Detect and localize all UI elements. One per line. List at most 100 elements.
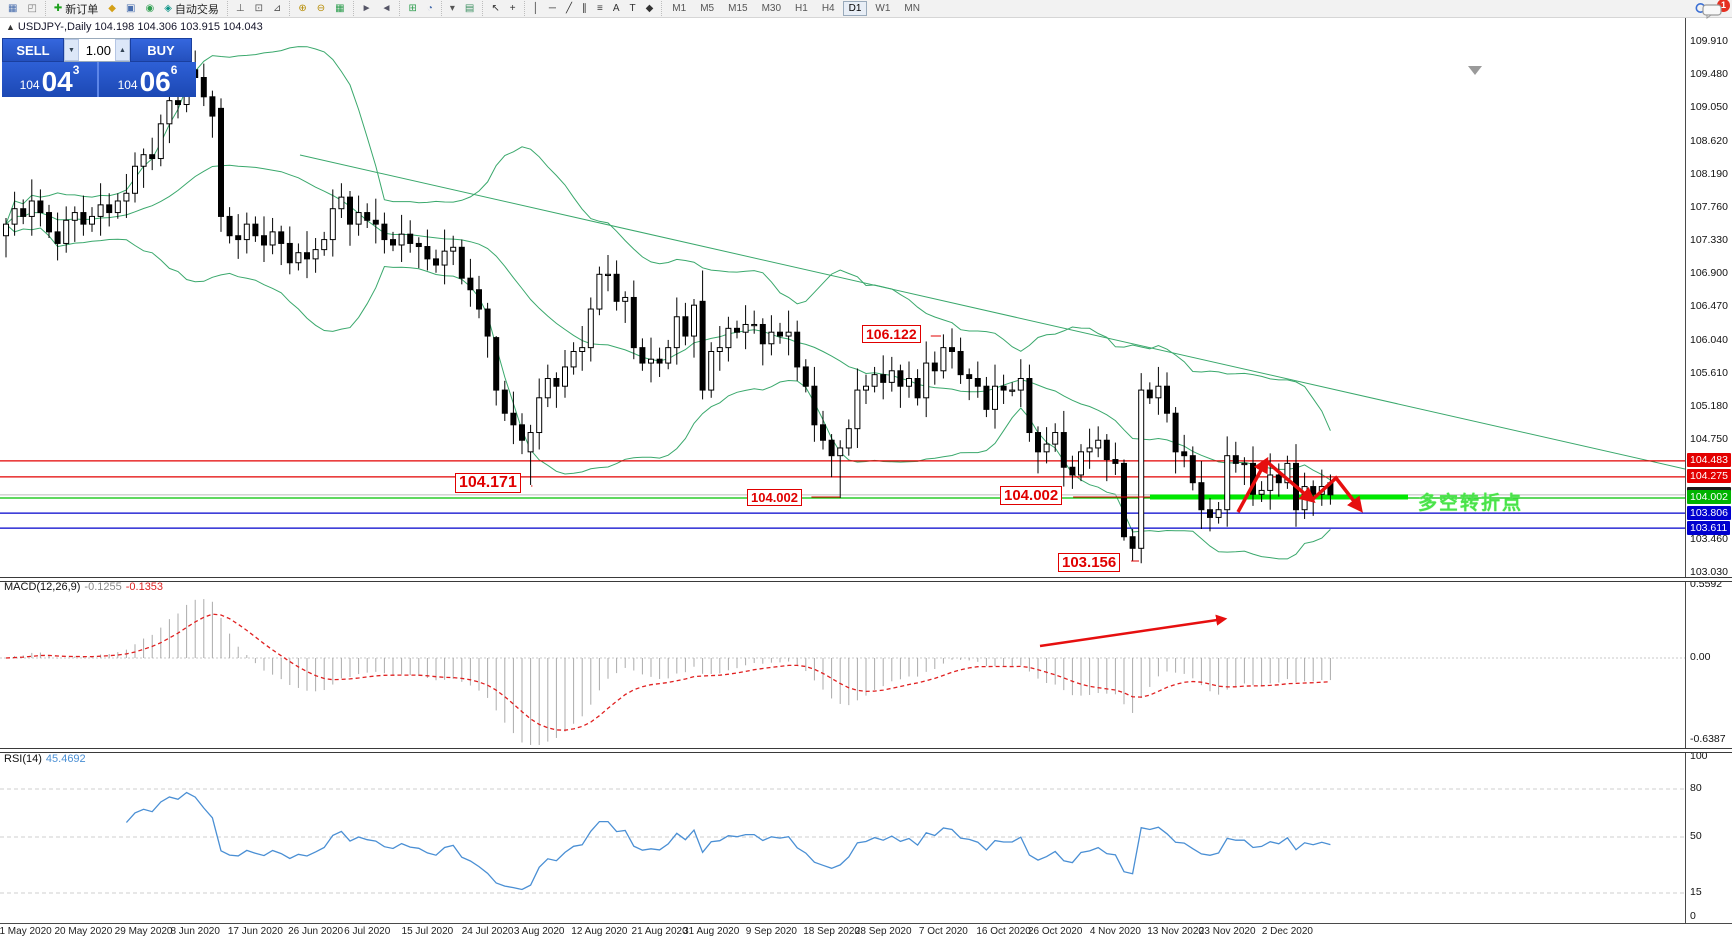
rsi-separator[interactable]	[0, 748, 1732, 753]
line-mode-button[interactable]: ⊿	[269, 1, 285, 17]
sell-price-panel[interactable]: 104 04 3	[2, 62, 99, 97]
macd-separator[interactable]	[0, 577, 1732, 582]
price-tick-label: 108.620	[1690, 135, 1728, 148]
date-tick-label: 26 Jun 2020	[288, 926, 343, 937]
new-order-label: 新订单	[65, 1, 98, 17]
price-callout-label[interactable]: 104.002	[1000, 486, 1062, 505]
chart-window-icon: ▣	[126, 3, 135, 15]
add-indicator-button[interactable]: ⊞	[404, 1, 420, 17]
arrows-tool-icon: ◆	[646, 3, 654, 15]
price-callout-label[interactable]: 104.171	[455, 473, 521, 493]
symbol-ohlc-text: USDJPY-,Daily 104.198 104.306 103.915 10…	[18, 21, 263, 33]
channel-button[interactable]: ∥	[578, 1, 591, 17]
price-tick-label: 104.750	[1690, 433, 1728, 446]
price-callout-label[interactable]: 103.156	[1058, 553, 1120, 572]
crosshair-button[interactable]: +	[506, 1, 520, 17]
period-clock-button[interactable]: ◔	[423, 1, 437, 17]
vertical-line-button[interactable]: │	[529, 1, 543, 17]
line-mode-icon: ⊿	[273, 3, 281, 15]
profile-chart-button[interactable]: ▤	[461, 1, 478, 17]
trendline-button[interactable]: ╱	[562, 1, 576, 17]
volume-stepper: ▼ 1.00 ▲	[64, 38, 130, 62]
sell-button[interactable]: SELL	[2, 38, 64, 62]
date-axis[interactable]: 11 May 202020 May 202029 May 20208 Jun 2…	[0, 925, 1732, 939]
date-tick-label: 21 Aug 2020	[632, 926, 688, 937]
timeframe-m15[interactable]: M15	[722, 1, 753, 16]
arrows-tool-button[interactable]: ◆	[642, 1, 658, 17]
buy-price-panel[interactable]: 104 06 6	[99, 62, 196, 97]
timeframe-m30[interactable]: M30	[756, 1, 787, 16]
bar-chart-mode-button[interactable]: ⊥	[232, 1, 249, 17]
timeframe-mn[interactable]: MN	[898, 1, 926, 16]
rsi-scale-label: 50	[1690, 830, 1702, 843]
text-button[interactable]: A	[609, 1, 624, 17]
zoom-window-button[interactable]: ◰	[23, 1, 40, 17]
volume-value[interactable]: 1.00	[79, 39, 115, 61]
timeframe-h1[interactable]: H1	[789, 1, 814, 16]
styler-icon: ◆	[108, 3, 116, 15]
chart-shift-button[interactable]: ◄	[378, 1, 396, 17]
price-callout-label[interactable]: 104.002	[747, 489, 802, 506]
timeframe-d1[interactable]: D1	[843, 1, 868, 16]
timeframe-m5[interactable]: M5	[694, 1, 720, 16]
timeframe-h4[interactable]: H4	[816, 1, 841, 16]
charts-grid-button[interactable]: ▦	[4, 1, 21, 17]
sell-price-prefix: 104	[20, 78, 40, 92]
new-order-button[interactable]: ✚新订单	[50, 1, 102, 17]
zoom-out-button[interactable]: ⊖	[313, 1, 329, 17]
macd-panel-layer	[0, 599, 1685, 745]
candle-mode-icon: ⊡	[255, 3, 263, 15]
date-tick-label: 7 Oct 2020	[919, 926, 968, 937]
timeframe-m1[interactable]: M1	[666, 1, 692, 16]
styler-button[interactable]: ◆	[104, 1, 120, 17]
price-badge: 103.806	[1687, 506, 1731, 520]
template-dropdown-button[interactable]: ▾	[446, 1, 459, 17]
toolbar-group: │ ─ ╱ ∥ ≡AT ◆	[524, 1, 662, 16]
date-tick-label: 4 Nov 2020	[1090, 926, 1141, 937]
price-tick-label: 109.050	[1690, 101, 1728, 114]
date-tick-label: 20 May 2020	[54, 926, 112, 937]
cursor-button[interactable]: ↖	[487, 1, 503, 17]
chart-window-button[interactable]: ▣	[122, 1, 139, 17]
date-tick-label: 23 Nov 2020	[1199, 926, 1256, 937]
buy-price-prefix: 104	[118, 78, 138, 92]
crosshair-icon: +	[510, 3, 516, 15]
candle-mode-button[interactable]: ⊡	[251, 1, 267, 17]
auto-scroll-button[interactable]: ►	[358, 1, 376, 17]
annotations-layer[interactable]	[531, 336, 1360, 646]
price-badge: 104.275	[1687, 469, 1731, 483]
price-tick-label: 107.760	[1690, 201, 1728, 214]
toolbar-group: ▦◰	[0, 1, 45, 16]
tile-windows-button[interactable]: ▦	[331, 1, 348, 17]
date-tick-label: 15 Jul 2020	[402, 926, 454, 937]
autotrade-button[interactable]: ◈自动交易	[160, 1, 223, 17]
macd-scale-label: 0.00	[1690, 651, 1710, 664]
price-axis[interactable]: 109.910109.480109.050108.620108.190107.7…	[1686, 17, 1732, 923]
channel-icon: ∥	[582, 3, 587, 15]
add-indicator-icon: ⊞	[408, 3, 416, 15]
rsi-panel-layer	[0, 789, 1685, 893]
toolbar-right: 1	[1694, 1, 1728, 17]
trendline-icon: ╱	[566, 3, 572, 15]
horizontal-line-button[interactable]: ─	[545, 1, 560, 17]
timeframe-w1[interactable]: W1	[869, 1, 896, 16]
text-label-button[interactable]: T	[625, 1, 639, 17]
horizontal-line-icon: ─	[549, 3, 556, 15]
fibonacci-button[interactable]: ≡	[593, 1, 607, 17]
date-tick-label: 12 Aug 2020	[571, 926, 627, 937]
price-tick-label: 109.910	[1690, 35, 1728, 48]
chart-shift-icon: ◄	[382, 3, 392, 15]
charts-grid-icon: ▦	[8, 3, 17, 15]
volume-down-button[interactable]: ▼	[64, 39, 79, 61]
zoom-in-button[interactable]: ⊕	[294, 1, 310, 17]
date-tick-label: 16 Oct 2020	[976, 926, 1030, 937]
price-callout-label[interactable]: 106.122	[862, 325, 921, 343]
turning-point-note[interactable]: 多空转折点	[1418, 488, 1523, 515]
buy-button[interactable]: BUY	[130, 38, 192, 62]
volume-up-button[interactable]: ▲	[115, 39, 130, 61]
chart-shift-marker-icon[interactable]	[1468, 66, 1482, 75]
signals-button[interactable]: ◉	[141, 1, 158, 17]
chat-icon[interactable]: 1	[1702, 1, 1728, 17]
one-click-toggle-icon[interactable]: ▲	[6, 22, 15, 32]
date-tick-label: 2 Dec 2020	[1262, 926, 1313, 937]
